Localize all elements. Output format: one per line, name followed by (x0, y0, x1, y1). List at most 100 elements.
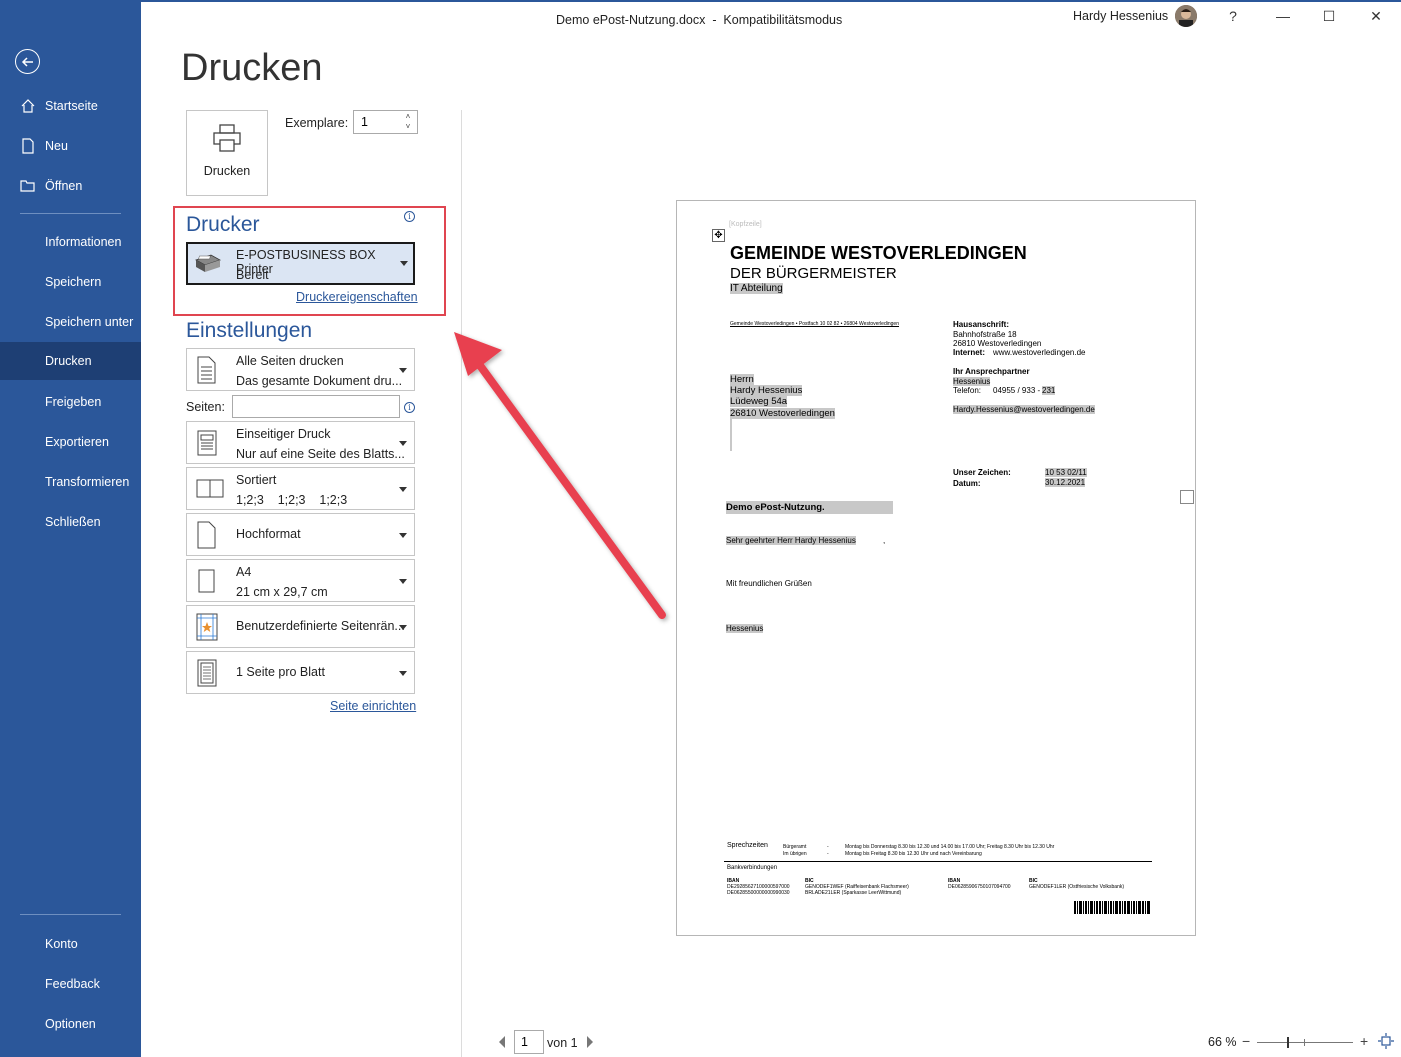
nav-label: Exportieren (45, 435, 109, 449)
address-heading: Hausanschrift: (953, 320, 1010, 329)
nav-label: Neu (45, 139, 68, 153)
nav-save-as[interactable]: Speichern unter (0, 304, 141, 340)
address-street: Bahnhofstraße 18 (953, 330, 1017, 339)
footer-dept: Im übrigen (783, 851, 807, 857)
nav-close[interactable]: Schließen (0, 504, 141, 540)
contact-name: Hessenius (953, 377, 991, 386)
collate-dropdown[interactable]: Sortiert 1;2;3 1;2;3 1;2;3 (186, 467, 415, 510)
dropdown-primary: Einseitiger Druck (236, 427, 331, 441)
nav-transform[interactable]: Transformieren (0, 464, 141, 500)
chevron-down-icon (399, 671, 407, 676)
nav-save[interactable]: Speichern (0, 264, 141, 300)
iban-value: DE06285500000000990030 (727, 890, 790, 896)
department: IT Abteilung (730, 283, 783, 294)
nav-options[interactable]: Optionen (0, 1006, 141, 1042)
nav-label: Öffnen (45, 179, 83, 193)
contact-heading: Ihr Ansprechpartner (953, 367, 1030, 376)
nav-label: Schließen (45, 515, 101, 529)
zoom-to-page-icon[interactable] (1378, 1033, 1394, 1049)
nav-label: Speichern (45, 275, 102, 289)
internet-value: www.westoverledingen.de (993, 348, 1086, 357)
barcode-icon (1074, 901, 1150, 914)
margins-dropdown[interactable]: Benutzerdefinierte Seitenrän... (186, 605, 415, 648)
nav-label: Informationen (45, 235, 122, 249)
chevron-down-icon (399, 533, 407, 538)
internet-label: Internet: (953, 348, 985, 357)
avatar[interactable] (1175, 5, 1197, 27)
pages-input[interactable] (232, 395, 400, 418)
home-icon (21, 99, 35, 113)
settings-heading: Einstellungen (186, 319, 313, 342)
pages-label: Seiten: (186, 400, 225, 414)
nav-print[interactable]: Drucken (0, 342, 141, 380)
previous-page-icon[interactable] (497, 1035, 507, 1049)
nav-share[interactable]: Freigeben (0, 384, 141, 420)
nav-account[interactable]: Konto (0, 926, 141, 962)
signature: Hessenius (726, 624, 764, 633)
page-setup-link[interactable]: Seite einrichten (330, 699, 416, 713)
nav-label: Speichern unter (45, 315, 134, 329)
next-page-icon[interactable] (585, 1035, 595, 1049)
pages-per-sheet-dropdown[interactable]: 1 Seite pro Blatt (186, 651, 415, 694)
zoom-slider-thumb[interactable] (1287, 1037, 1289, 1048)
page-title: Drucken (181, 47, 323, 89)
move-anchor-icon[interactable]: ✥ (712, 229, 725, 242)
reference-value: 10 53 02/11 (1045, 468, 1087, 477)
closing: Mit freundlichen Grüßen (726, 579, 812, 588)
copies-up-icon[interactable]: ˄ (402, 112, 414, 122)
nav-label: Freigeben (45, 395, 102, 409)
copies-down-icon[interactable]: ˅ (402, 122, 414, 132)
close-button[interactable]: ✕ (1366, 6, 1386, 26)
info-icon[interactable]: i (404, 402, 415, 413)
bic-value: BRLADE21LER (Sparkasse LeerWittmund) (805, 890, 902, 896)
duplex-dropdown[interactable]: Einseitiger Druck Nur auf eine Seite des… (186, 421, 415, 464)
minimize-button[interactable]: — (1273, 6, 1293, 26)
paper-size-dropdown[interactable]: A4 21 cm x 29,7 cm (186, 559, 415, 602)
page-number-input[interactable]: 1 (514, 1030, 544, 1054)
nav-feedback[interactable]: Feedback (0, 966, 141, 1002)
backstage-sidebar: Startseite Neu Öffnen Informationen Spei… (0, 0, 141, 1057)
nav-new[interactable]: Neu (0, 128, 141, 164)
nav-info[interactable]: Informationen (0, 224, 141, 260)
org-title: GEMEINDE WESTOVERLEDINGEN (730, 243, 1027, 263)
iban-value: DE06285906750107094700 (948, 884, 1011, 890)
nav-export[interactable]: Exportieren (0, 424, 141, 460)
nav-home[interactable]: Startseite (0, 88, 141, 124)
recipient-line: 26810 Westoverledingen (730, 408, 835, 419)
zoom-100-tick (1304, 1039, 1305, 1046)
footer-hours-label: Sprechzeiten (727, 842, 768, 849)
footer-rule (724, 861, 1152, 862)
pages-per-sheet-icon (197, 659, 217, 687)
dropdown-primary: Sortiert (236, 473, 277, 487)
highlight-annotation-box (173, 206, 446, 316)
nav-label: Optionen (45, 1017, 96, 1031)
window-title: Demo ePost-Nutzung.docx - Kompatibilität… (556, 13, 843, 27)
print-button[interactable]: Drucken (186, 110, 268, 196)
footer-hours: Montag bis Donnerstag 8.30 bis 12.30 und… (845, 844, 1055, 850)
back-button[interactable] (15, 49, 40, 74)
copies-label: Exemplare: (285, 116, 349, 130)
nav-label: Startseite (45, 99, 98, 113)
annotation-arrow-icon (454, 332, 666, 619)
dropdown-secondary: 21 cm x 29,7 cm (236, 585, 328, 599)
footer-dash: - (827, 844, 829, 850)
footer-dash: - (827, 851, 829, 857)
help-button[interactable]: ? (1223, 6, 1243, 26)
zoom-level[interactable]: 66 % (1208, 1035, 1237, 1049)
print-range-dropdown[interactable]: Alle Seiten drucken Das gesamte Dokument… (186, 348, 415, 391)
document-preview[interactable]: [Kopfzeile] ✥ GEMEINDE WESTOVERLEDINGEN … (676, 200, 1196, 936)
nav-open[interactable]: Öffnen (0, 168, 141, 204)
email: Hardy.Hessenius@westoverledingen.de (953, 405, 1095, 414)
dropdown-primary: Hochformat (236, 527, 301, 541)
zoom-slider[interactable] (1257, 1042, 1353, 1043)
dropdown-primary: 1 Seite pro Blatt (236, 665, 325, 679)
header-placeholder: [Kopfzeile] (729, 221, 762, 228)
phone-value: 04955 / 933 - (993, 386, 1043, 395)
zoom-in-button[interactable]: + (1360, 1033, 1368, 1049)
maximize-button[interactable]: ☐ (1319, 6, 1339, 26)
orientation-dropdown[interactable]: Hochformat (186, 513, 415, 556)
user-name[interactable]: Hardy Hessenius (1073, 9, 1168, 23)
chevron-down-icon (399, 625, 407, 630)
zoom-out-button[interactable]: − (1242, 1033, 1250, 1049)
sidebar-separator (20, 914, 121, 915)
